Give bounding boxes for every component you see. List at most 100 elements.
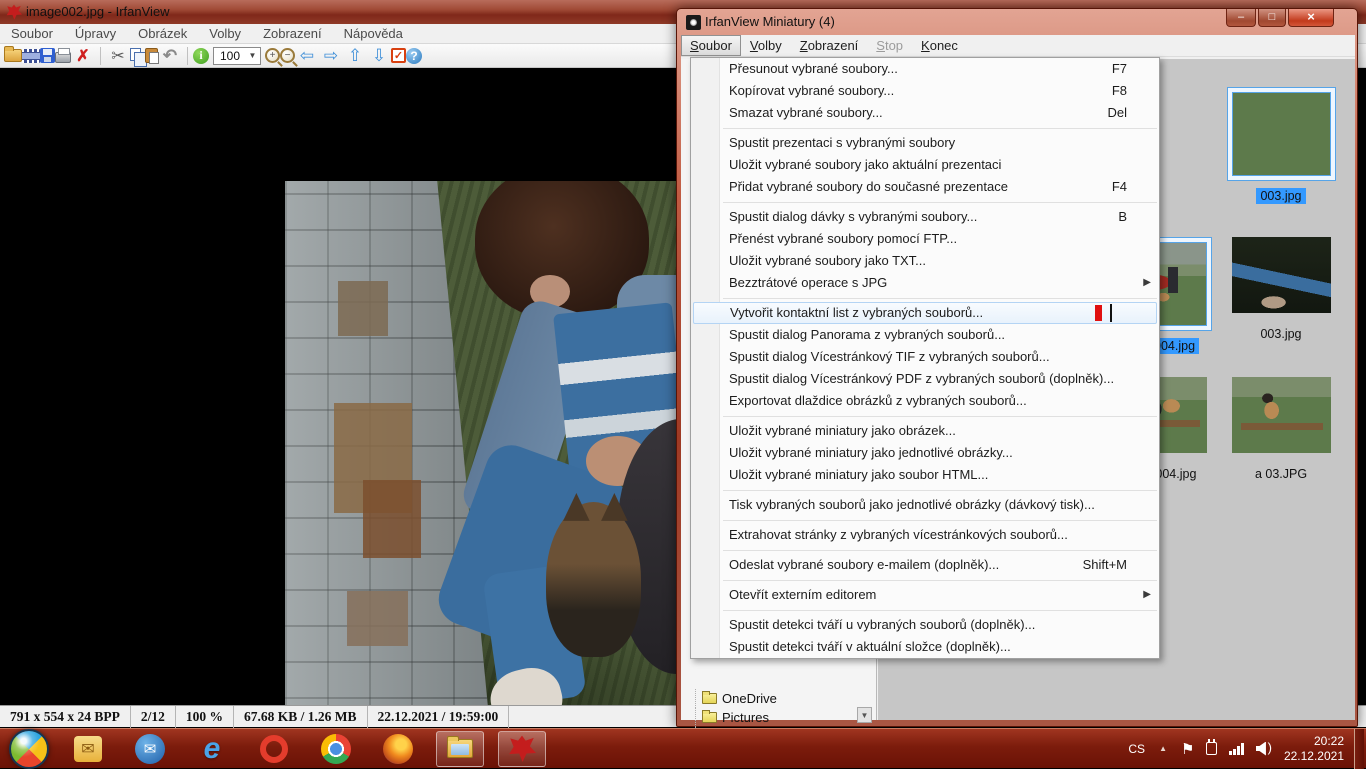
file-menu-item[interactable]: B Spustit dialog dávky s vybranými soubo… <box>691 206 1159 228</box>
action-center-flag-icon[interactable]: ⚑ <box>1181 740 1194 758</box>
file-menu-item[interactable]: ▶ <box>691 198 1159 206</box>
file-menu-item[interactable]: Tisk vybraných souborů jako jednotlivé o… <box>691 494 1159 516</box>
main-menu-item[interactable]: Soubor <box>0 24 64 44</box>
folder-tree-item[interactable]: Pictures <box>695 708 855 727</box>
file-menu-item[interactable]: ▶ <box>691 124 1159 132</box>
file-menu-item[interactable]: ▶ <box>691 576 1159 584</box>
network-signal-icon[interactable] <box>1229 742 1244 755</box>
language-indicator[interactable]: CS <box>1128 742 1145 756</box>
file-menu-item[interactable]: Vytvořit kontaktní list z vybraných soub… <box>693 302 1157 324</box>
thumbs-menu-item[interactable]: Zobrazení <box>791 35 868 56</box>
file-menu-item[interactable]: Uložit vybrané miniatury jako obrázek...… <box>691 420 1159 442</box>
hidden-icons-chevron[interactable]: ▲ <box>1159 744 1167 753</box>
next-image-icon[interactable]: ⇨ <box>319 45 343 67</box>
file-menu-item[interactable]: Exportovat dlaždice obrázků z vybraných … <box>691 390 1159 412</box>
folder-icon <box>702 691 717 704</box>
file-menu-item[interactable]: ▶ <box>691 546 1159 554</box>
main-menu-item[interactable]: Úpravy <box>64 24 127 44</box>
file-menu-item[interactable]: Uložit vybrané soubory jako aktuální pre… <box>691 154 1159 176</box>
file-menu-item[interactable]: ▶ <box>691 294 1159 302</box>
file-menu-item[interactable]: Del Smazat vybrané soubory... ▶ <box>691 102 1159 124</box>
tree-scroll-down-arrow[interactable]: ▼ <box>857 707 872 723</box>
zoom-out-icon[interactable]: − <box>280 48 295 63</box>
file-menu-item[interactable]: Uložit vybrané miniatury jako jednotlivé… <box>691 442 1159 464</box>
undo-icon[interactable]: ↶ <box>158 45 182 67</box>
file-menu-item[interactable]: F8 Kopírovat vybrané soubory... ▶ <box>691 80 1159 102</box>
chevron-down-icon[interactable]: ▼ <box>246 49 259 63</box>
file-menu-item[interactable]: F4 Přidat vybrané soubory do současné pr… <box>691 176 1159 198</box>
zoom-level-combobox[interactable]: 100 ▼ <box>213 46 261 65</box>
submenu-arrow-icon: ▶ <box>1143 589 1151 600</box>
irfanview-app-icon <box>6 4 22 20</box>
thumbs-window-title: IrfanView Miniatury (4) <box>705 14 835 29</box>
toolbar-button[interactable] <box>187 46 188 65</box>
slideshow-icon[interactable] <box>22 48 40 63</box>
close-button[interactable]: × <box>1288 9 1334 27</box>
file-menu-item[interactable]: ▶ <box>691 516 1159 524</box>
start-button[interactable] <box>8 731 50 767</box>
clock[interactable]: 20:22 22.12.2021 <box>1284 734 1344 764</box>
main-menu-item[interactable]: Nápověda <box>333 24 414 44</box>
file-menu-item[interactable]: Přenést vybrané soubory pomocí FTP... ▶ <box>691 228 1159 250</box>
file-menu-item[interactable]: Otevřít externím editorem ▶ <box>691 584 1159 606</box>
internet-explorer-icon[interactable]: e <box>188 731 236 767</box>
file-menu-item[interactable]: ▶ <box>691 412 1159 420</box>
save-icon[interactable] <box>40 48 55 63</box>
thumbs-menu-item[interactable]: Volby <box>741 35 791 56</box>
folder-tree-item[interactable]: OneDrive <box>695 689 855 708</box>
thumbnail-item[interactable]: 003.jpg <box>1215 87 1347 205</box>
chrome-icon[interactable] <box>312 731 360 767</box>
opera-icon[interactable] <box>250 731 298 767</box>
minimize-button[interactable]: – <box>1226 9 1256 27</box>
zoom-level-value: 100 <box>220 48 241 63</box>
properties-icon[interactable]: ✓ <box>391 48 406 63</box>
menu-shortcut: F8 <box>1111 83 1127 98</box>
file-menu-item[interactable]: Spustit dialog Panorama z vybraných soub… <box>691 324 1159 346</box>
file-menu-item[interactable]: ▶ <box>691 486 1159 494</box>
toolbar-button[interactable] <box>100 46 101 65</box>
thumbs-menu-item[interactable]: Soubor <box>681 35 741 56</box>
thumbs-menu-item[interactable]: Konec <box>912 35 967 56</box>
power-plug-icon[interactable] <box>1206 739 1218 755</box>
prev-image-icon[interactable]: ⇦ <box>295 45 319 67</box>
maximize-button[interactable]: □ <box>1258 9 1286 27</box>
paste-icon[interactable] <box>145 48 159 64</box>
firefox-icon[interactable] <box>374 731 422 767</box>
thumbnail-item[interactable]: a 03.JPG <box>1215 377 1347 483</box>
file-menu-item[interactable]: Spustit dialog Vícestránkový PDF z vybra… <box>691 368 1159 390</box>
show-desktop-button[interactable] <box>1354 728 1364 769</box>
main-window-title: image002.jpg - IrfanView <box>26 4 170 19</box>
volume-icon[interactable] <box>1256 740 1272 756</box>
file-menu-item[interactable]: Extrahovat stránky z vybraných vícestrán… <box>691 524 1159 546</box>
thunderbird-icon[interactable]: ✉ <box>126 731 174 767</box>
main-menu-item[interactable]: Obrázek <box>127 24 198 44</box>
first-image-icon[interactable]: ⇧ <box>343 45 367 67</box>
info-icon[interactable]: i <box>193 47 209 64</box>
main-menu-item[interactable]: Volby <box>198 24 252 44</box>
file-menu-item[interactable]: F7 Přesunout vybrané soubory... ▶ <box>691 58 1159 80</box>
thumbs-menu-item[interactable]: Stop <box>867 35 912 56</box>
file-menu-item[interactable]: Spustit detekci tváří u vybraných soubor… <box>691 614 1159 636</box>
copy-icon[interactable] <box>130 47 147 67</box>
open-icon[interactable] <box>4 46 22 62</box>
file-menu-item[interactable]: Shift+M Odeslat vybrané soubory e-mailem… <box>691 554 1159 576</box>
cut-icon[interactable]: ✂ <box>106 45 130 67</box>
file-menu-item[interactable]: Uložit vybrané miniatury jako soubor HTM… <box>691 464 1159 486</box>
explorer-button[interactable] <box>436 730 484 767</box>
irfanview-button[interactable] <box>498 730 546 767</box>
zoom-in-icon[interactable]: + <box>265 48 280 63</box>
delete-icon[interactable]: ✗ <box>71 45 95 67</box>
status-segment: 2/12 <box>131 706 176 728</box>
help-icon[interactable]: ? <box>406 47 422 64</box>
last-image-icon[interactable]: ⇩ <box>367 45 391 67</box>
thumbnail-item[interactable]: 003.jpg <box>1215 237 1347 343</box>
file-menu-item[interactable]: Spustit detekci tváří v aktuální složce … <box>691 636 1159 658</box>
print-icon[interactable] <box>55 48 71 63</box>
file-menu-item[interactable]: Spustit prezentaci s vybranými soubory ▶ <box>691 132 1159 154</box>
main-menu-item[interactable]: Zobrazení <box>252 24 333 44</box>
file-menu-item[interactable]: Bezztrátové operace s JPG ▶ <box>691 272 1159 294</box>
file-menu-item[interactable]: ▶ <box>691 606 1159 614</box>
file-menu-item[interactable]: Uložit vybrané soubory jako TXT... ▶ <box>691 250 1159 272</box>
outlook-icon[interactable]: ✉ <box>64 731 112 767</box>
file-menu-item[interactable]: Spustit dialog Vícestránkový TIF z vybra… <box>691 346 1159 368</box>
